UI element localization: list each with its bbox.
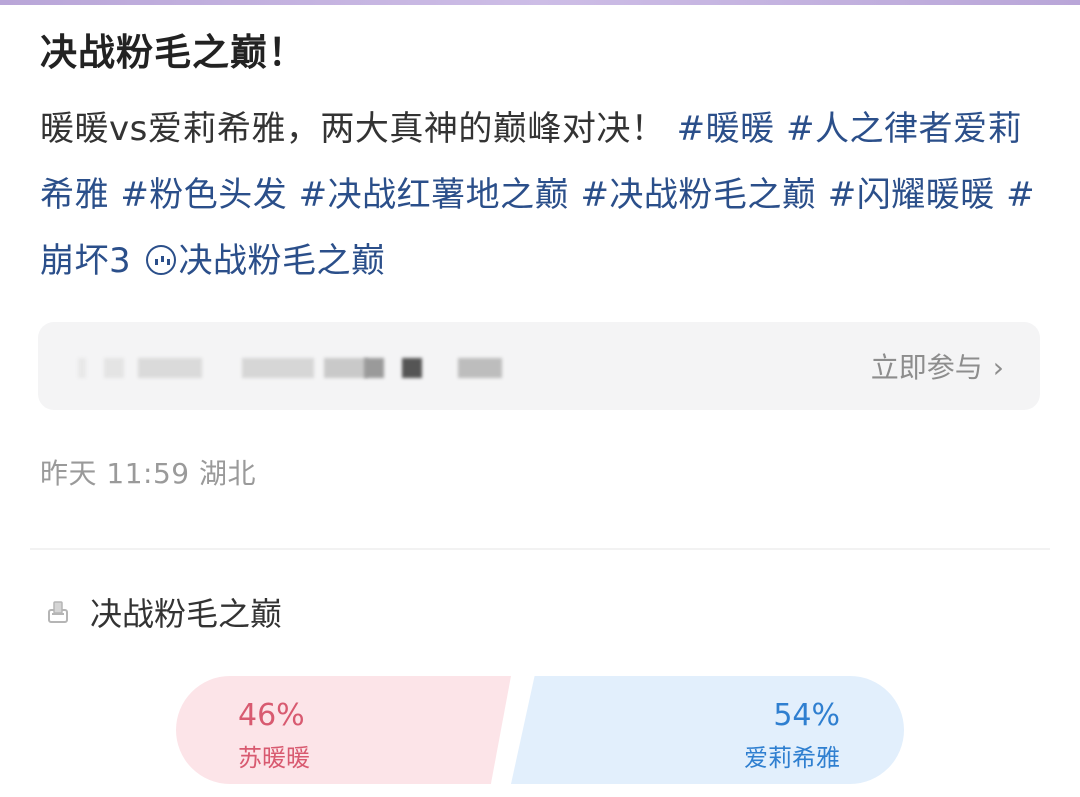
hashtag-sweet-potato-summit[interactable]: #决战红薯地之巅 (299, 175, 570, 215)
chevron-right-icon: › (992, 351, 1004, 384)
section-divider (30, 548, 1050, 550)
vote-option-percent: 46% (238, 698, 305, 733)
top-decoration-strip (0, 0, 1080, 5)
blurred-text-block (364, 358, 384, 378)
hashtag-nuannuan[interactable]: #暖暖 (677, 109, 775, 149)
blurred-text-block (402, 358, 422, 378)
blurred-text-block (78, 358, 86, 378)
vote-option-sunuannuan[interactable]: 46% 苏暖暖 (176, 676, 511, 784)
vote-title: 决战粉毛之巅 (90, 595, 283, 633)
hashtag-shining-nikki[interactable]: #闪耀暖暖 (828, 175, 995, 215)
super-topic-label: 决战粉毛之巅 (178, 241, 386, 281)
vote-option-elysia[interactable]: 54% 爱莉希雅 (511, 676, 904, 784)
vote-option-name: 爱莉希雅 (744, 744, 840, 772)
vote-bar: 46% 苏暖暖 54% 爱莉希雅 (176, 676, 904, 784)
blurred-text-block (104, 358, 124, 378)
post-location: 湖北 (199, 457, 257, 490)
blurred-text-block (458, 358, 502, 378)
join-now-link[interactable]: 立即参与 › (871, 346, 1004, 386)
activity-banner[interactable]: 立即参与 › (38, 322, 1040, 410)
blurred-text-block (138, 358, 202, 378)
post-title: 决战粉毛之巅！ (40, 31, 306, 74)
post-time: 昨天 11:59 (40, 457, 190, 490)
vote-icon (48, 601, 68, 623)
super-topic-icon (146, 245, 177, 275)
join-now-label: 立即参与 (870, 351, 983, 384)
post-intro-text: 暖暖vs爱莉希雅，两大真神的巅峰对决！ (40, 109, 666, 149)
vote-option-percent: 54% (773, 698, 840, 733)
post-meta: 昨天 11:59 湖北 (40, 452, 256, 492)
vote-option-name: 苏暖暖 (238, 744, 310, 772)
hashtag-pink-hair[interactable]: #粉色头发 (120, 175, 287, 215)
post-body: 暖暖vs爱莉希雅，两大真神的巅峰对决！ #暖暖 #人之律者爱莉希雅 #粉色头发 … (40, 96, 1040, 294)
blurred-text-block (324, 358, 368, 378)
blurred-text-block (242, 358, 314, 378)
super-topic-link[interactable]: 决战粉毛之巅 (142, 241, 385, 281)
hashtag-pink-hair-summit[interactable]: #决战粉毛之巅 (580, 175, 816, 215)
vote-header: 决战粉毛之巅 (44, 590, 282, 634)
